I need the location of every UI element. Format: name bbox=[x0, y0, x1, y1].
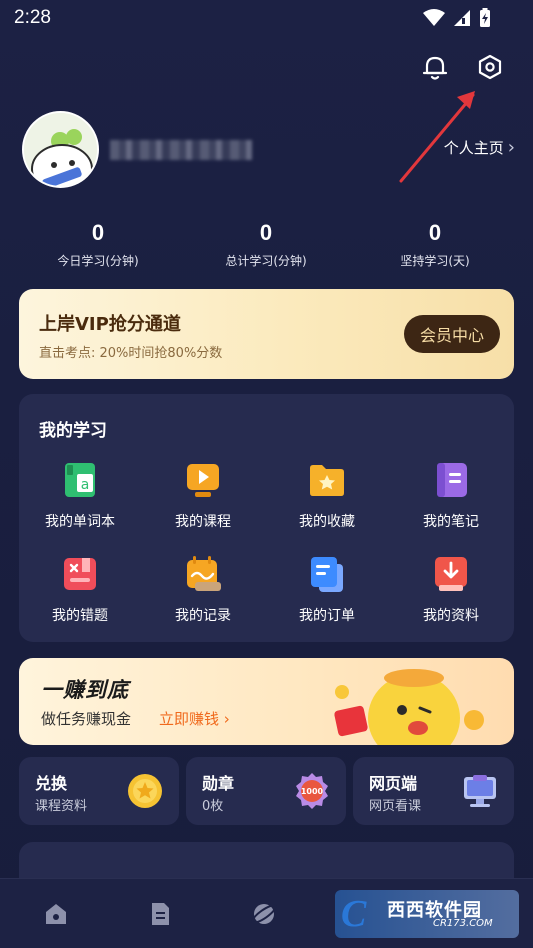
study-item-records[interactable]: 我的记录 bbox=[153, 554, 253, 625]
home-icon bbox=[46, 904, 66, 924]
stat-streak: 0 坚持学习(天) bbox=[355, 220, 515, 269]
medal-1000-icon: 1000 bbox=[292, 771, 332, 811]
materials-download-icon bbox=[431, 554, 471, 594]
watermark-c-glyph: C bbox=[341, 893, 367, 935]
annotation-arrow bbox=[399, 91, 475, 183]
course-icon bbox=[183, 460, 223, 500]
vip-subtitle: 直击考点: 20%时间抢80%分数 bbox=[39, 346, 223, 361]
tab-discover[interactable] bbox=[251, 901, 277, 927]
word-book-icon: a bbox=[60, 460, 100, 500]
study-item-word-book[interactable]: a 我的单词本 bbox=[30, 460, 130, 531]
study-item-label: 我的单词本 bbox=[45, 514, 115, 530]
status-time: 2:28 bbox=[14, 7, 51, 28]
my-study-section: 我的学习 a 我的单词本 我的课程 我的收藏 我的笔记 我的错题 我的记录 我的… bbox=[19, 394, 514, 642]
watermark-logo: C 西西软件园 CR173.COM bbox=[335, 890, 519, 938]
chevron-right-icon: › bbox=[507, 137, 515, 158]
stat-today-value: 0 bbox=[91, 220, 105, 245]
study-item-label: 我的笔记 bbox=[423, 514, 479, 530]
personal-homepage-label: 个人主页 bbox=[443, 139, 504, 157]
stat-total-value: 0 bbox=[259, 220, 273, 245]
medal-subtitle: 0枚 bbox=[202, 799, 224, 814]
medal-card[interactable]: 勋章 0枚 1000 bbox=[186, 757, 346, 825]
exchange-card[interactable]: 兑换 课程资料 bbox=[19, 757, 179, 825]
tab-home[interactable] bbox=[43, 901, 69, 927]
tab-documents[interactable] bbox=[147, 901, 173, 927]
notification-bell-button[interactable] bbox=[418, 50, 452, 84]
battery-charging-icon bbox=[480, 8, 490, 27]
vip-banner[interactable]: 上岸VIP抢分通道 直击考点: 20%时间抢80%分数 会员中心 bbox=[19, 289, 514, 379]
favorites-folder-icon bbox=[307, 460, 347, 500]
settings-button[interactable] bbox=[473, 50, 507, 84]
stat-total-label: 总计学习(分钟) bbox=[225, 254, 307, 268]
planet-icon bbox=[251, 904, 277, 924]
study-item-favorites[interactable]: 我的收藏 bbox=[277, 460, 377, 531]
profile-screen: 2:28 个人主页 › 0 今日学习(分钟) 0 总计学习(分钟) 0 坚持学习… bbox=[0, 0, 533, 948]
exchange-title: 兑换 bbox=[35, 774, 68, 793]
stat-streak-value: 0 bbox=[428, 220, 442, 245]
vip-title: 上岸VIP抢分通道 bbox=[39, 314, 181, 335]
notes-icon bbox=[431, 460, 471, 500]
study-item-label: 我的错题 bbox=[52, 608, 108, 624]
watermark-url: CR173.COM bbox=[433, 918, 493, 929]
personal-homepage-link[interactable]: 个人主页 › bbox=[444, 137, 515, 158]
study-item-label: 我的收藏 bbox=[299, 514, 355, 530]
earn-now-label: 立即赚钱 bbox=[159, 710, 220, 728]
coin-icon bbox=[125, 771, 165, 811]
earn-now-link[interactable]: 立即赚钱 › bbox=[159, 708, 230, 729]
study-item-label: 我的资料 bbox=[423, 608, 479, 624]
member-center-button[interactable]: 会员中心 bbox=[404, 315, 500, 353]
stat-today-label: 今日学习(分钟) bbox=[57, 254, 139, 268]
study-item-label: 我的课程 bbox=[175, 514, 231, 530]
user-avatar[interactable] bbox=[22, 111, 99, 188]
orders-icon bbox=[307, 554, 347, 594]
svg-text:a: a bbox=[81, 477, 90, 493]
records-icon bbox=[183, 554, 223, 594]
earn-banner[interactable]: 一赚到底 做任务赚现金 立即赚钱 › bbox=[19, 658, 514, 745]
web-card[interactable]: 网页端 网页看课 bbox=[353, 757, 514, 825]
my-study-title: 我的学习 bbox=[39, 421, 107, 441]
stat-streak-label: 坚持学习(天) bbox=[400, 254, 470, 268]
avatar-cartoon-icon bbox=[24, 113, 97, 186]
study-item-label: 我的订单 bbox=[299, 608, 355, 624]
study-item-wrong-questions[interactable]: 我的错题 bbox=[30, 554, 130, 625]
chevron-right-icon: › bbox=[223, 710, 230, 728]
monitor-icon bbox=[460, 771, 500, 811]
study-item-orders[interactable]: 我的订单 bbox=[277, 554, 377, 625]
wifi-icon bbox=[423, 9, 445, 26]
earn-title: 一赚到底 bbox=[41, 678, 129, 702]
study-item-course[interactable]: 我的课程 bbox=[153, 460, 253, 531]
svg-text:1000: 1000 bbox=[301, 787, 324, 796]
study-item-materials[interactable]: 我的资料 bbox=[401, 554, 501, 625]
wrong-questions-icon bbox=[60, 554, 100, 594]
web-subtitle: 网页看课 bbox=[369, 799, 422, 814]
exchange-subtitle: 课程资料 bbox=[35, 799, 88, 814]
stat-total: 0 总计学习(分钟) bbox=[186, 220, 346, 269]
username-blurred bbox=[110, 140, 252, 160]
document-icon bbox=[152, 903, 169, 925]
status-icons bbox=[423, 8, 491, 28]
web-title: 网页端 bbox=[369, 774, 418, 793]
mascot-illustration-icon bbox=[334, 669, 484, 745]
medal-title: 勋章 bbox=[202, 774, 235, 793]
cellular-signal-icon bbox=[454, 10, 470, 26]
study-item-notes[interactable]: 我的笔记 bbox=[401, 460, 501, 531]
bell-icon bbox=[422, 56, 448, 80]
study-item-label: 我的记录 bbox=[175, 608, 231, 624]
stat-today: 0 今日学习(分钟) bbox=[18, 220, 178, 269]
earn-subtitle: 做任务赚现金 bbox=[41, 710, 132, 728]
settings-hexagon-icon bbox=[478, 54, 502, 80]
status-bar: 2:28 bbox=[0, 0, 533, 36]
